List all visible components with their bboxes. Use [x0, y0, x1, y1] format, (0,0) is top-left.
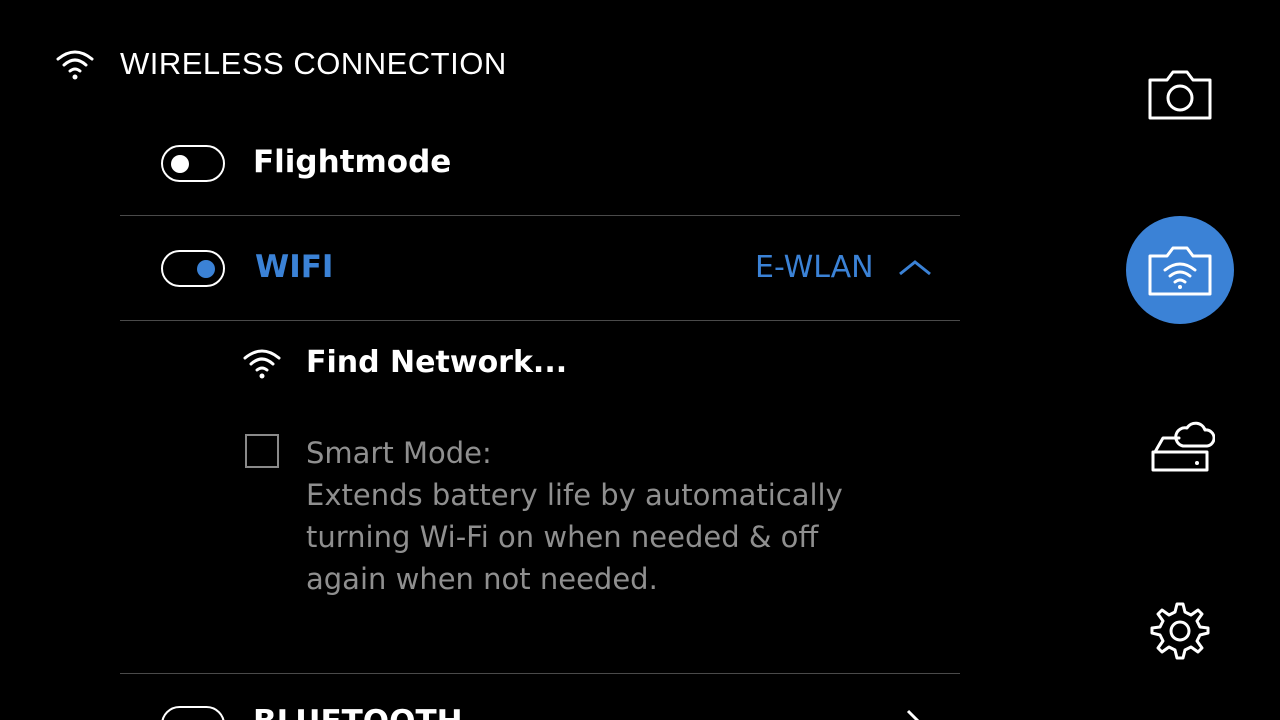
cloud-storage-icon: [1151, 421, 1215, 472]
bluetooth-toggle[interactable]: [161, 706, 225, 720]
page-title: WIRELESS CONNECTION: [120, 46, 507, 81]
wifi-label: WIFI: [255, 249, 334, 285]
camera-wifi-icon: [1148, 246, 1212, 296]
smart-mode-title: Smart Mode:: [306, 436, 492, 470]
divider: [120, 320, 960, 321]
toggle-knob: [171, 155, 189, 173]
find-network-label: Find Network...: [306, 345, 568, 380]
wifi-icon: [243, 349, 281, 378]
smart-mode-description: Smart Mode: Extends battery life by auto…: [306, 432, 906, 600]
divider: [120, 673, 960, 674]
smart-mode-text-line: turning Wi-Fi on when needed & off: [306, 520, 819, 554]
chevron-up-icon[interactable]: [897, 258, 933, 278]
toggle-knob: [197, 260, 215, 278]
bluetooth-label: BLUETOOTH: [253, 704, 463, 720]
wifi-toggle[interactable]: [161, 250, 225, 287]
camera-icon: [1148, 70, 1212, 120]
divider: [120, 215, 960, 216]
wifi-icon: [56, 50, 94, 80]
sidebar-settings-button[interactable]: [1126, 576, 1234, 684]
smart-mode-text-line: again when not needed.: [306, 562, 658, 596]
smart-mode-checkbox[interactable]: [245, 434, 279, 468]
flightmode-label: Flightmode: [253, 144, 452, 180]
flightmode-toggle[interactable]: [161, 145, 225, 182]
sidebar-camera-button[interactable]: [1126, 38, 1234, 146]
sidebar-camera-wifi-button[interactable]: [1126, 216, 1234, 324]
chevron-right-icon[interactable]: [904, 708, 924, 720]
smart-mode-text-line: Extends battery life by automatically: [306, 478, 843, 512]
sidebar-cloud-storage-button[interactable]: [1126, 394, 1234, 502]
gear-icon: [1150, 602, 1210, 660]
section-header: WIRELESS CONNECTION: [55, 44, 507, 84]
find-network-button[interactable]: Find Network...: [242, 345, 567, 380]
current-network-name[interactable]: E-WLAN: [755, 250, 874, 285]
